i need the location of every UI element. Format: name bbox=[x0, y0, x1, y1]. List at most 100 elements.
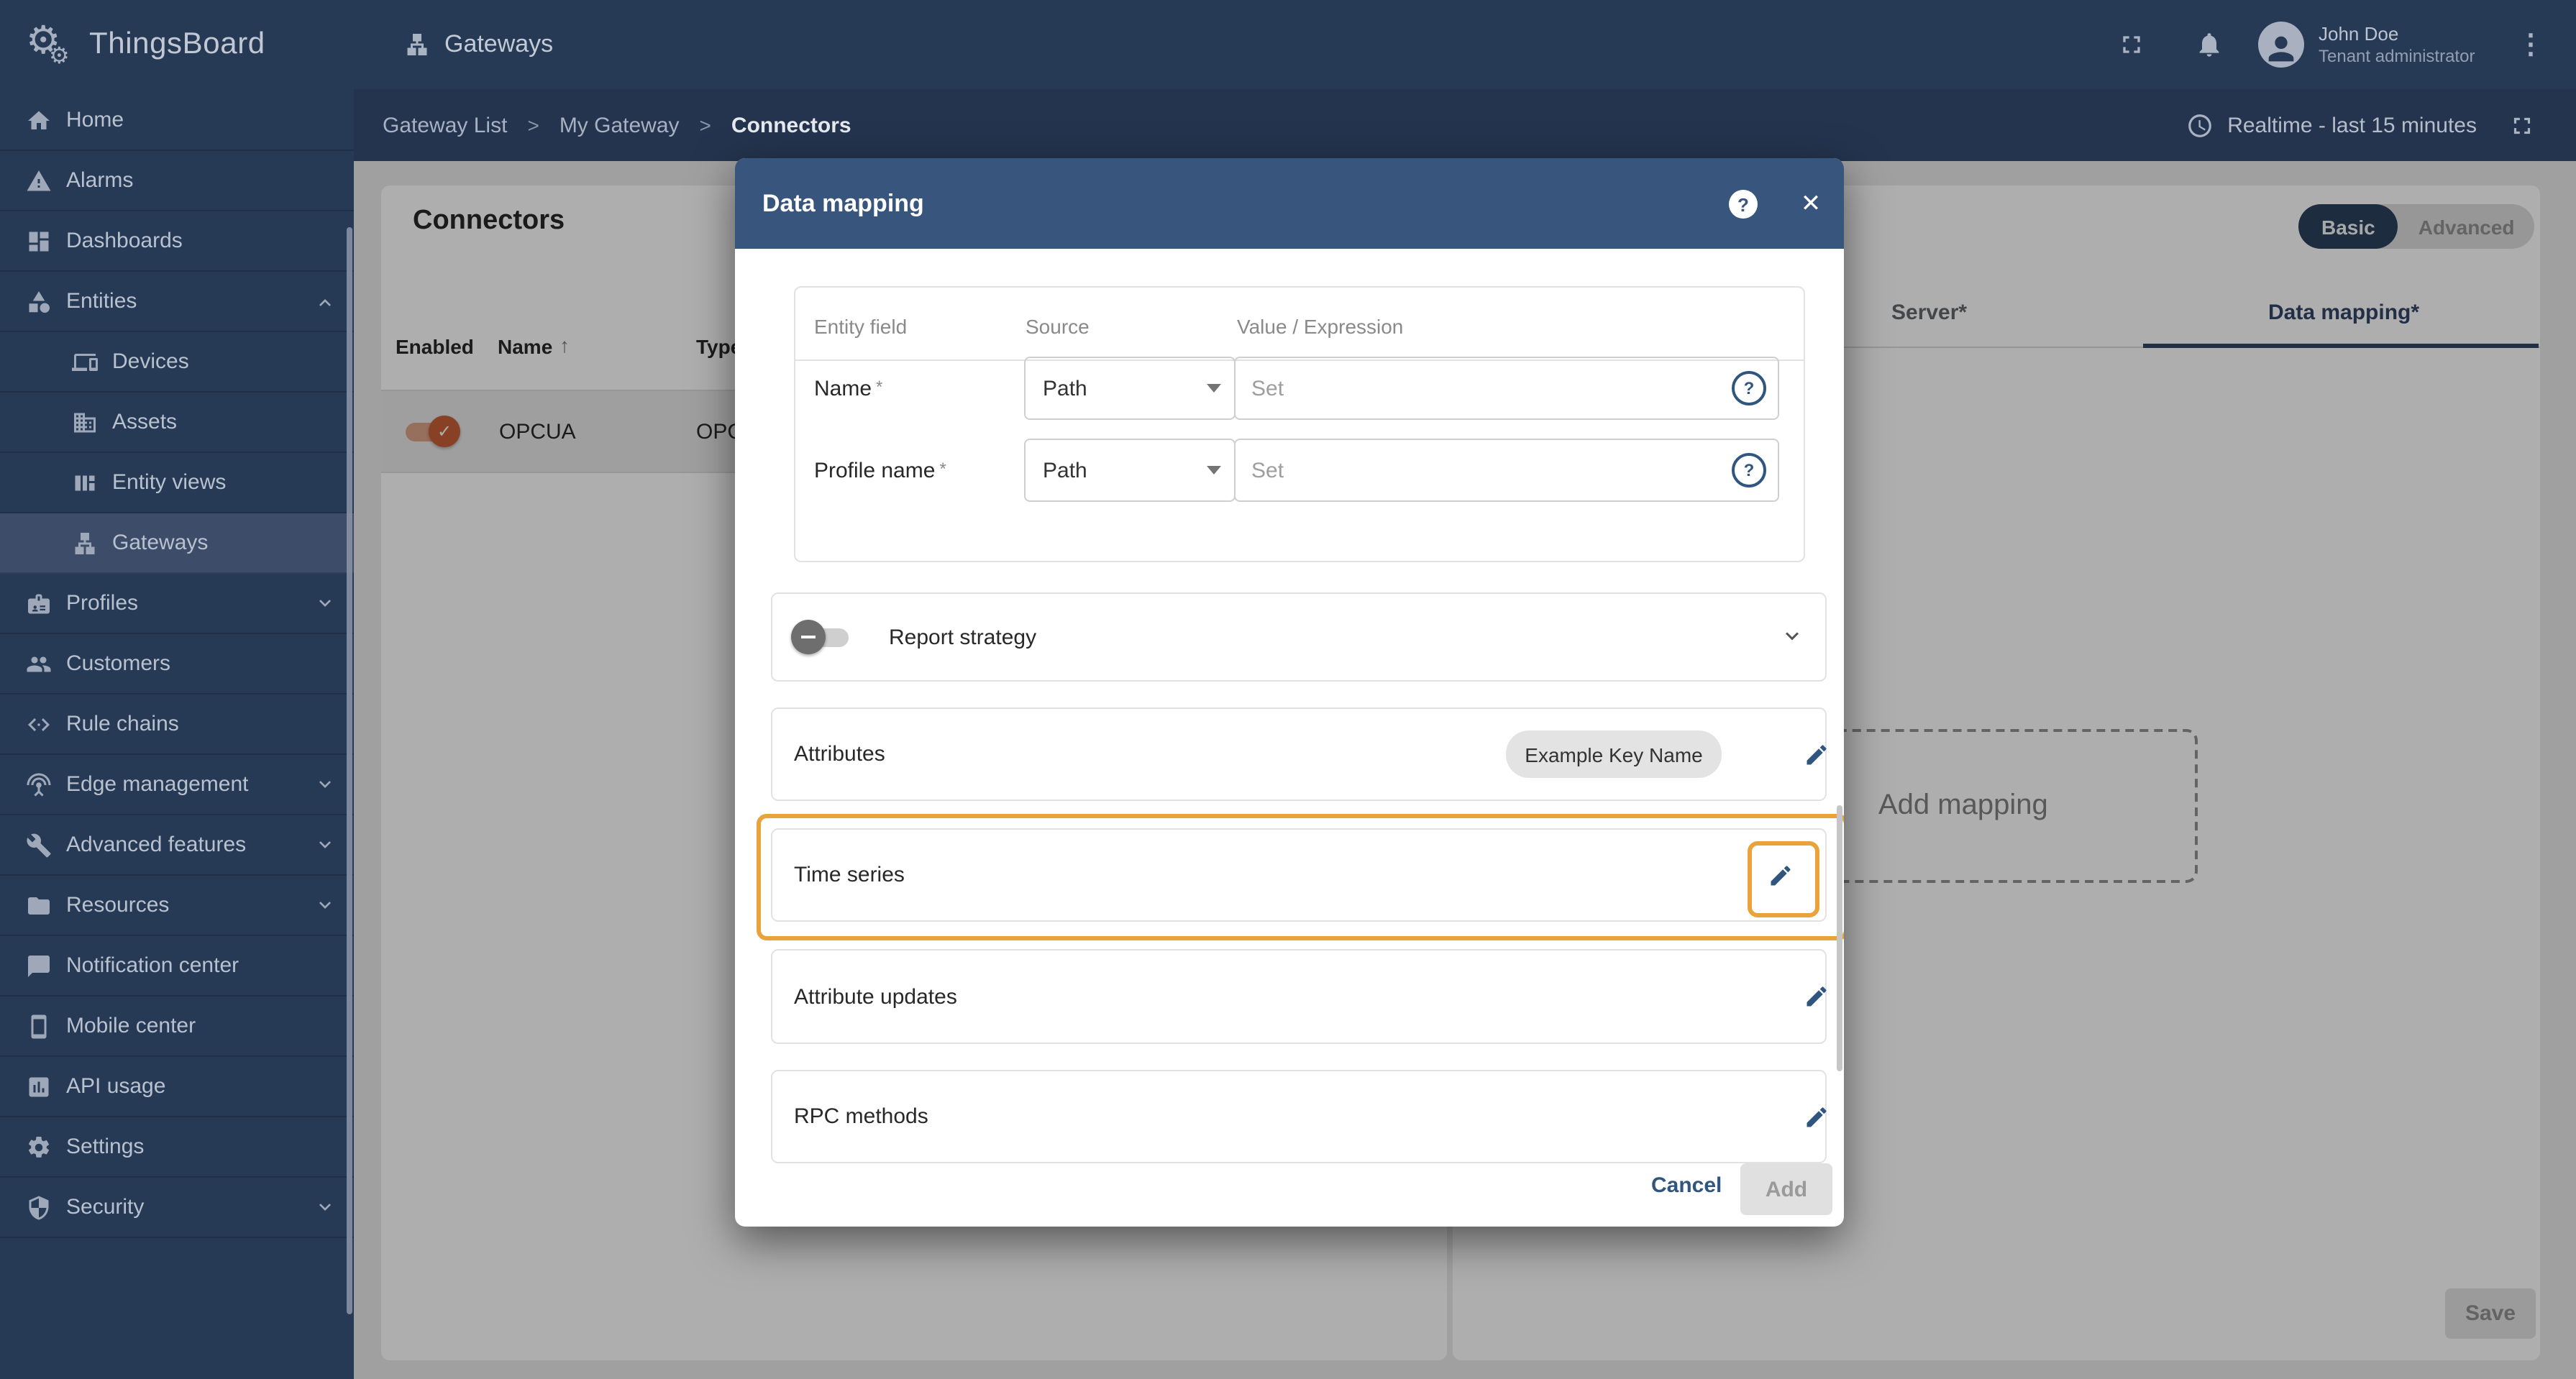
edit-time-series-pencil-icon[interactable] bbox=[1768, 862, 1794, 888]
attributes-label: Attributes bbox=[794, 742, 885, 766]
notification-center-icon bbox=[26, 953, 52, 979]
rule-chains-icon bbox=[26, 711, 52, 737]
sidebar-nav: Home Alarms Dashboards Entities Devices … bbox=[0, 91, 354, 1238]
report-strategy-label: Report strategy bbox=[889, 625, 1037, 649]
breadcrumb: Gateway List > My Gateway > Connectors bbox=[383, 89, 851, 161]
edit-attribute-updates-pencil-icon[interactable] bbox=[1804, 984, 1830, 1009]
sidebar-item-api-usage[interactable]: API usage bbox=[0, 1057, 354, 1117]
sidebar-scrollbar[interactable] bbox=[347, 227, 352, 1314]
timewindow-control[interactable]: Realtime - last 15 minutes bbox=[2186, 89, 2536, 161]
chevron-down-icon bbox=[314, 592, 337, 615]
dashboard-fullscreen-icon[interactable] bbox=[2508, 111, 2536, 139]
top-app-bar: ⚙ ⚙ ThingsBoard Gateways John Doe Tenant… bbox=[0, 0, 2576, 89]
sidebar-item-customers[interactable]: Customers bbox=[0, 634, 354, 695]
sidebar-item-settings[interactable]: Settings bbox=[0, 1117, 354, 1178]
name-source-select[interactable]: Path bbox=[1024, 357, 1236, 420]
minus-icon bbox=[801, 636, 816, 638]
entity-views-icon bbox=[72, 469, 98, 495]
name-source-value: Path bbox=[1043, 376, 1087, 400]
sidebar-item-resources[interactable]: Resources bbox=[0, 876, 354, 936]
profiles-icon bbox=[26, 590, 52, 616]
section-title: Gateways bbox=[404, 0, 553, 89]
avatar bbox=[2258, 22, 2304, 68]
sidebar: Home Alarms Dashboards Entities Devices … bbox=[0, 89, 354, 1379]
attribute-updates-label: Attribute updates bbox=[794, 984, 957, 1009]
settings-icon bbox=[26, 1134, 52, 1160]
timewindow-label: Realtime - last 15 minutes bbox=[2227, 113, 2477, 137]
field-label-profile-name: Profile name * bbox=[814, 459, 946, 483]
help-icon[interactable]: ? bbox=[1732, 371, 1766, 406]
sidebar-item-mobile-center[interactable]: Mobile center bbox=[0, 997, 354, 1057]
sidebar-item-devices[interactable]: Devices bbox=[0, 332, 354, 393]
chevron-down-icon bbox=[314, 894, 337, 917]
sidebar-item-profiles[interactable]: Profiles bbox=[0, 574, 354, 634]
user-role: Tenant administrator bbox=[2319, 45, 2475, 65]
close-icon[interactable]: ✕ bbox=[1796, 188, 1825, 220]
section-title-label: Gateways bbox=[444, 30, 554, 58]
brand-name: ThingsBoard bbox=[89, 27, 265, 60]
customers-icon bbox=[26, 651, 52, 677]
sidebar-item-assets[interactable]: Assets bbox=[0, 393, 354, 453]
dialog-header: Data mapping bbox=[735, 158, 1844, 249]
field-label-name: Name * bbox=[814, 377, 883, 401]
sidebar-item-entity-views[interactable]: Entity views bbox=[0, 453, 354, 513]
breadcrumb-my-gateway[interactable]: My Gateway bbox=[559, 113, 680, 137]
sidebar-item-alarms[interactable]: Alarms bbox=[0, 151, 354, 211]
sidebar-item-gateways[interactable]: Gateways bbox=[0, 513, 354, 574]
report-strategy-toggle[interactable] bbox=[791, 620, 854, 654]
modal-scrollbar[interactable] bbox=[1837, 805, 1842, 1071]
edge-management-icon bbox=[26, 771, 52, 797]
profile-source-select[interactable]: Path bbox=[1024, 439, 1236, 502]
api-usage-icon bbox=[26, 1073, 52, 1099]
dropdown-arrow-icon bbox=[1207, 466, 1221, 475]
user-menu[interactable]: John Doe Tenant administrator bbox=[2258, 0, 2475, 89]
add-button[interactable]: Add bbox=[1740, 1163, 1832, 1215]
chevron-down-icon[interactable] bbox=[1779, 624, 1805, 650]
header-entity-field: Entity field bbox=[814, 315, 908, 338]
time-series-label: Time series bbox=[794, 863, 905, 887]
more-vert-icon[interactable]: ⋮ bbox=[2517, 0, 2544, 89]
time-series-row: Time series bbox=[771, 828, 1827, 922]
cancel-button[interactable]: Cancel bbox=[1643, 1172, 1730, 1199]
chevron-down-icon bbox=[314, 773, 337, 796]
attributes-row: Attributes Example Key Name bbox=[771, 707, 1827, 801]
gateways-icon bbox=[404, 32, 430, 58]
report-strategy-row: Report strategy bbox=[771, 592, 1827, 682]
breadcrumb-bar: Gateway List > My Gateway > Connectors R… bbox=[354, 89, 2576, 161]
attribute-key-chip[interactable]: Example Key Name bbox=[1506, 730, 1722, 778]
rpc-methods-row: RPC methods bbox=[771, 1070, 1827, 1163]
sidebar-item-advanced-features[interactable]: Advanced features bbox=[0, 815, 354, 876]
sidebar-item-rule-chains[interactable]: Rule chains bbox=[0, 695, 354, 755]
thingsboard-app: Connectors Enabled Name ↑ Type ✓ OPCUA O… bbox=[0, 0, 2576, 1379]
toggle-thumb bbox=[791, 620, 826, 654]
security-icon bbox=[26, 1194, 52, 1220]
dashboards-icon bbox=[26, 228, 52, 254]
sidebar-item-edge-management[interactable]: Edge management bbox=[0, 755, 354, 815]
assets-icon bbox=[72, 409, 98, 435]
alarms-icon bbox=[26, 168, 52, 193]
notifications-bell-button[interactable] bbox=[2195, 0, 2224, 89]
sidebar-item-home[interactable]: Home bbox=[0, 91, 354, 151]
dialog-title: Data mapping bbox=[762, 189, 924, 216]
thingsboard-logo-icon: ⚙ ⚙ bbox=[23, 13, 78, 76]
help-icon[interactable]: ? bbox=[1729, 190, 1758, 219]
entity-field-table: Entity field Source Value / Expression N… bbox=[794, 286, 1844, 562]
entities-icon bbox=[26, 288, 52, 314]
sidebar-item-entities[interactable]: Entities bbox=[0, 272, 354, 332]
brand[interactable]: ⚙ ⚙ ThingsBoard bbox=[23, 0, 265, 89]
breadcrumb-gateway-list[interactable]: Gateway List bbox=[383, 113, 507, 137]
chevron-down-icon bbox=[314, 833, 337, 856]
profile-source-value: Path bbox=[1043, 458, 1087, 482]
fullscreen-button[interactable] bbox=[2117, 0, 2146, 89]
dropdown-arrow-icon bbox=[1207, 384, 1221, 393]
chevron-down-icon bbox=[314, 1196, 337, 1219]
help-icon[interactable]: ? bbox=[1732, 453, 1766, 487]
chevron-up-icon bbox=[314, 290, 337, 313]
edit-attributes-pencil-icon[interactable] bbox=[1804, 741, 1830, 767]
user-name: John Doe bbox=[2319, 22, 2399, 44]
sidebar-item-dashboards[interactable]: Dashboards bbox=[0, 211, 354, 272]
sidebar-item-notification-center[interactable]: Notification center bbox=[0, 936, 354, 997]
sidebar-item-security[interactable]: Security bbox=[0, 1178, 354, 1238]
attribute-updates-row: Attribute updates bbox=[771, 949, 1827, 1044]
edit-rpc-methods-pencil-icon[interactable] bbox=[1804, 1104, 1830, 1130]
